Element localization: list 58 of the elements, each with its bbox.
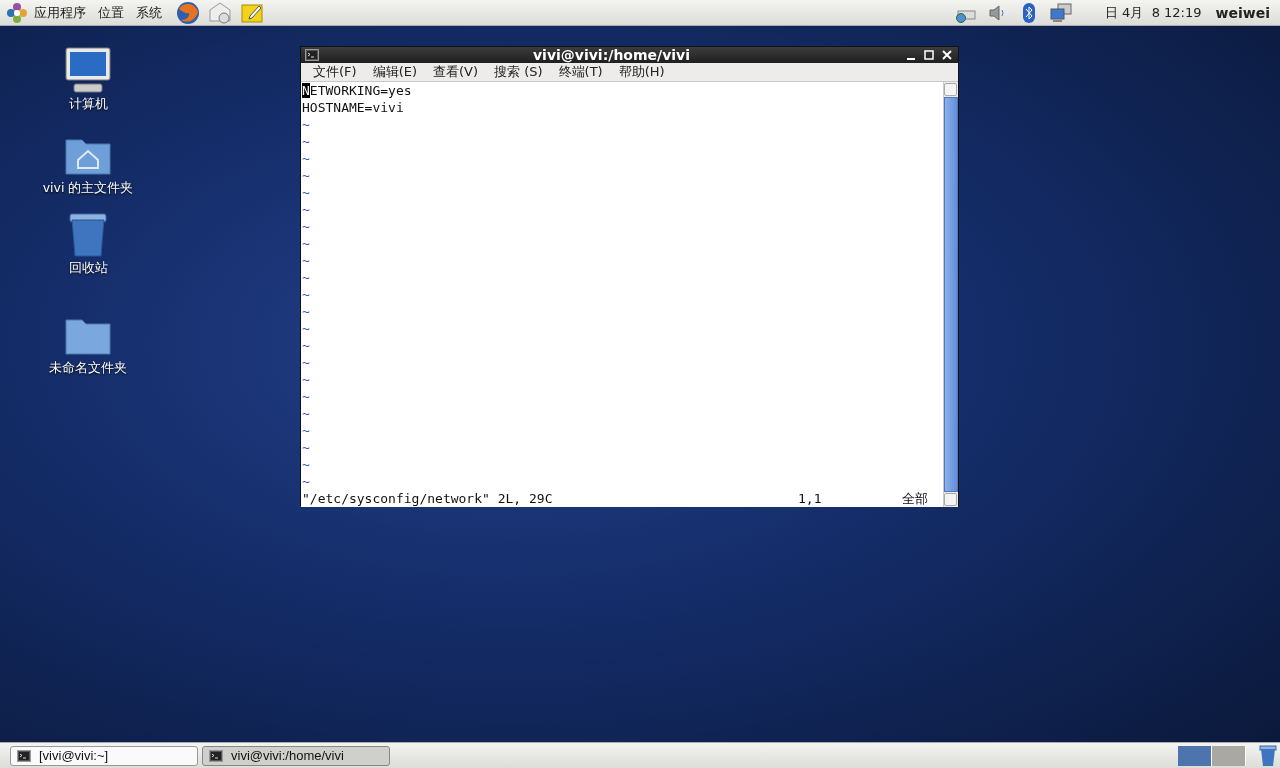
taskbar-button[interactable]: vivi@vivi:/home/vivi <box>202 745 390 766</box>
panel-menu[interactable]: 系统 <box>130 3 168 22</box>
tilde-marker: ~ <box>302 372 310 387</box>
flower-logo-icon[interactable] <box>6 1 28 24</box>
computer-icon <box>64 46 112 94</box>
tilde-marker: ~ <box>302 202 310 217</box>
terminal-icon <box>305 49 319 61</box>
menu-item[interactable]: 文件(F) <box>305 63 365 81</box>
clock[interactable]: 日 4月 8 12:19 <box>1105 3 1202 22</box>
workspace-button[interactable] <box>1178 745 1212 766</box>
tilde-marker: ~ <box>302 338 310 353</box>
tilde-marker: ~ <box>302 236 310 251</box>
tilde-marker: ~ <box>302 304 310 319</box>
tilde-marker: ~ <box>302 185 310 200</box>
tilde-marker: ~ <box>302 355 310 370</box>
tilde-marker: ~ <box>302 168 310 183</box>
browser-globe-icon[interactable] <box>176 0 200 25</box>
taskbar-button[interactable]: [vivi@vivi:~] <box>10 745 198 766</box>
network-computers-icon[interactable] <box>1050 2 1072 23</box>
cursor-position: 1,1 <box>798 491 822 506</box>
scroll-position: 全部 <box>902 490 928 507</box>
tilde-marker: ~ <box>302 474 310 489</box>
tilde-marker: ~ <box>302 287 310 302</box>
tilde-marker: ~ <box>302 134 310 149</box>
desktop-icon-label[interactable]: 计算机 <box>68 96 108 113</box>
tilde-marker: ~ <box>302 389 310 404</box>
terminal-icon <box>209 749 223 762</box>
menu-item[interactable]: 终端(T) <box>550 63 611 81</box>
window-title: vivi@vivi:/home/vivi <box>531 47 691 63</box>
tilde-marker: ~ <box>302 253 310 268</box>
tilde-marker: ~ <box>302 440 310 455</box>
close-icon[interactable] <box>940 48 954 62</box>
tilde-marker: ~ <box>302 423 310 438</box>
text-line-rest: ETWORKING=yes <box>309 83 412 98</box>
panel-menu[interactable]: 应用程序 <box>28 3 92 22</box>
file-info: "/etc/sysconfig/network" 2L, 29C <box>302 491 553 506</box>
maximize-icon[interactable] <box>922 48 936 62</box>
text-cursor: N <box>302 83 310 98</box>
tilde-marker: ~ <box>302 219 310 234</box>
tilde-marker: ~ <box>302 270 310 285</box>
desktop-icon-label[interactable]: 回收站 <box>68 260 108 277</box>
desktop-icon-label[interactable]: vivi 的主文件夹 <box>42 180 134 197</box>
menu-item[interactable]: 搜索 (S) <box>486 63 551 81</box>
tilde-marker: ~ <box>302 117 310 132</box>
panel-menu[interactable]: 位置 <box>92 3 130 22</box>
tilde-marker: ~ <box>302 457 310 472</box>
trash-icon[interactable] <box>1258 744 1278 767</box>
terminal-icon <box>17 749 31 762</box>
tilde-marker: ~ <box>302 321 310 336</box>
user-name[interactable]: weiwei <box>1215 4 1270 21</box>
tilde-marker: ~ <box>302 151 310 166</box>
menu-item[interactable]: 查看(V) <box>425 63 487 81</box>
scrollbar[interactable] <box>943 82 958 507</box>
tilde-marker: ~ <box>302 406 310 421</box>
desktop-icon-label[interactable]: 未命名文件夹 <box>49 360 127 377</box>
menu-item[interactable]: 编辑(E) <box>364 63 425 81</box>
menu-item[interactable]: 帮助(H) <box>610 63 673 81</box>
text-line: HOSTNAME=vivi <box>302 99 405 116</box>
